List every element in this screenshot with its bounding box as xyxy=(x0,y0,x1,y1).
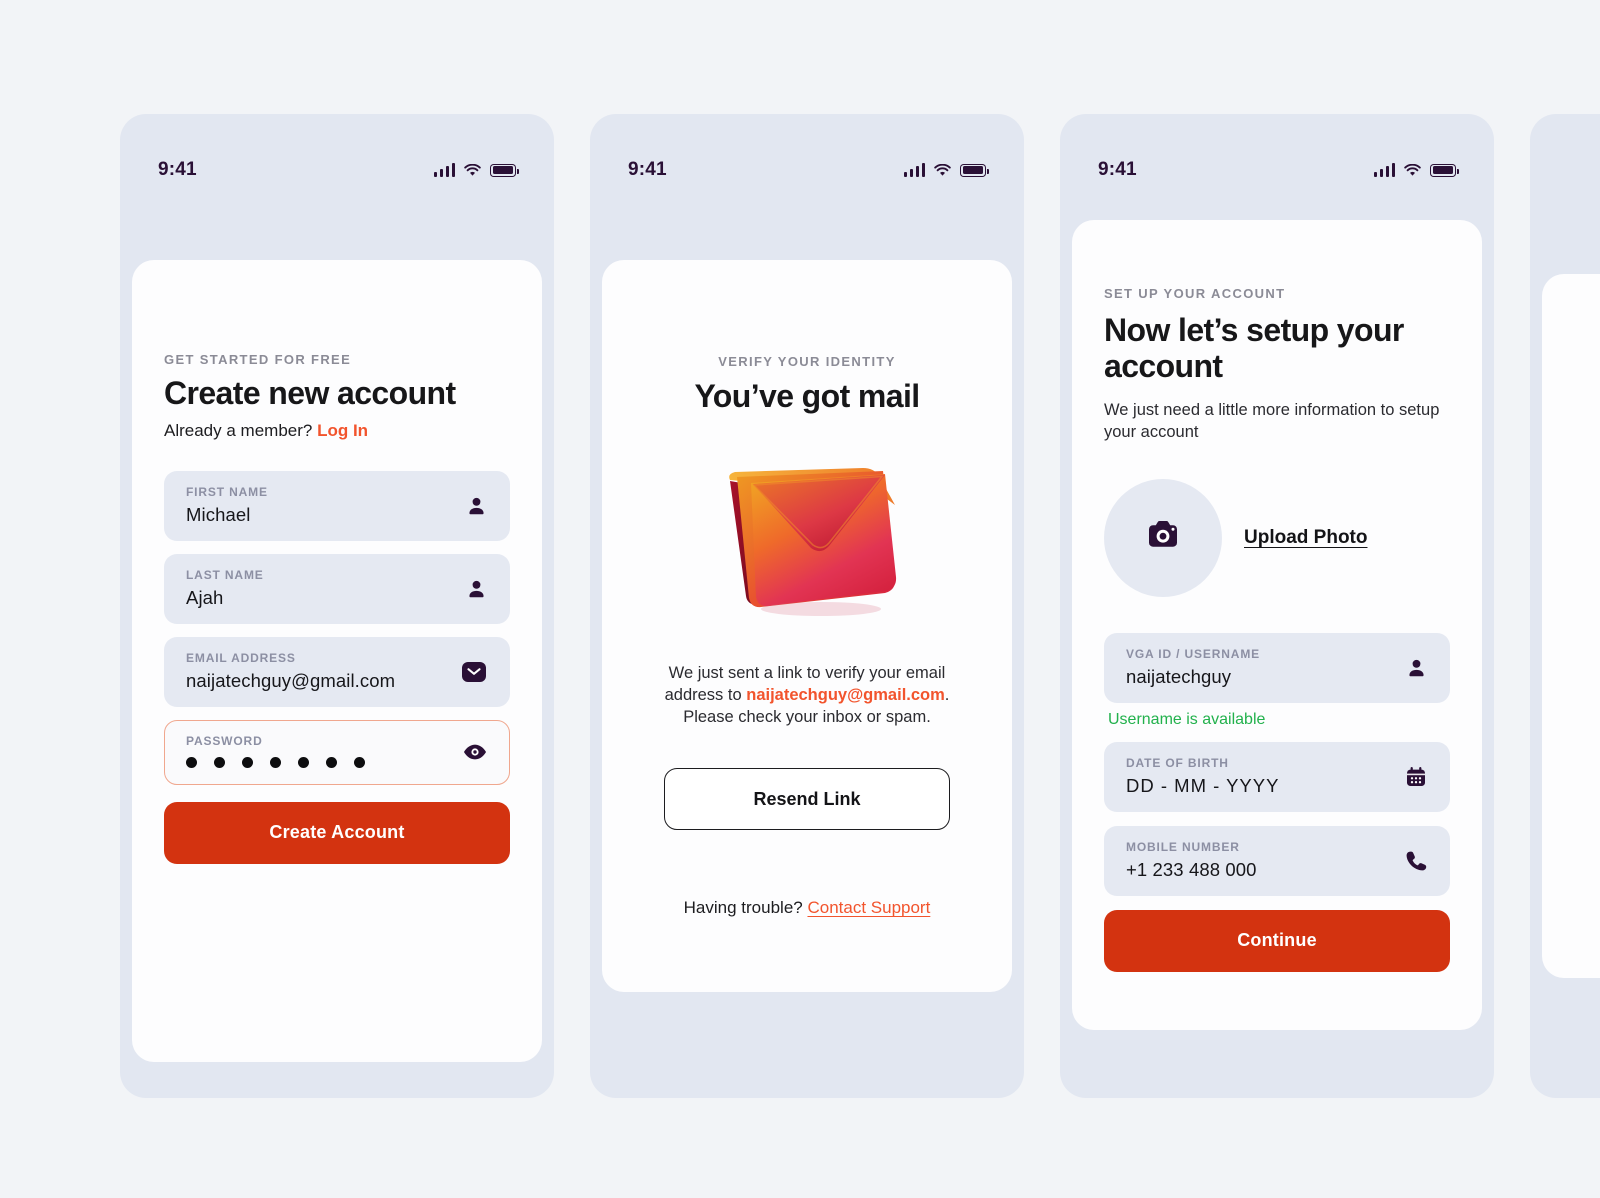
battery-icon xyxy=(490,163,519,177)
last-name-value: Ajah xyxy=(186,586,224,608)
username-value: naijatechguy xyxy=(1126,665,1232,687)
mobile-number-field[interactable]: MOBILE NUMBER +1 233 488 000 xyxy=(1104,825,1450,896)
password-label: PASSWORD xyxy=(186,733,263,748)
wifi-icon xyxy=(934,163,951,177)
status-bar-time: 9:41 xyxy=(158,159,197,180)
mobile-number-label: MOBILE NUMBER xyxy=(1126,839,1240,854)
date-of-birth-field[interactable]: DATE OF BIRTH DD - MM - YYYY xyxy=(1104,741,1450,812)
person-icon xyxy=(1406,657,1427,678)
eyebrow-label: VERIFY YOUR IDENTITY xyxy=(718,354,896,369)
phone-mockup-setup-account: 9:41 SET UP YOUR ACCOUNT Now let’s setup xyxy=(1060,114,1494,1098)
eyebrow-label: SET UP YOUR ACCOUNT xyxy=(1104,286,1286,301)
create-account-cta-wrap: Create Account xyxy=(164,801,510,864)
first-name-field[interactable]: FIRST NAME Michael xyxy=(164,470,510,541)
email-address-field[interactable]: EMAIL ADDRESS naijatechguy@gmail.com xyxy=(164,636,510,707)
3d-envelope-illustration xyxy=(634,457,980,622)
email-address-value: naijatechguy@gmail.com xyxy=(186,669,396,691)
app-screen-setup-account: SET UP YOUR ACCOUNT Now let’s setup your… xyxy=(1072,220,1482,1030)
person-icon xyxy=(466,578,487,599)
verify-email-body: We just sent a link to verify your email… xyxy=(634,662,980,728)
envelope-icon xyxy=(461,659,487,685)
trouble-row: Having trouble? Contact Support xyxy=(634,898,980,918)
app-screen-verify-email: VERIFY YOUR IDENTITY You’ve got mail We … xyxy=(602,260,1012,992)
last-name-label: LAST NAME xyxy=(186,567,264,582)
upload-photo-row: Upload Photo xyxy=(1104,478,1450,597)
page-title: Now let’s setup your account xyxy=(1104,312,1404,384)
mobile-number-value: +1 233 488 000 xyxy=(1126,858,1257,880)
create-account-header: GET STARTED FOR FREE Create new account … xyxy=(164,260,510,441)
page-title: Create new account xyxy=(164,375,456,411)
phone-mockup-create-account: 9:41 GET STARTED FOR FREE Create new acc… xyxy=(120,114,554,1098)
continue-button[interactable]: Continue xyxy=(1104,909,1450,972)
calendar-icon[interactable] xyxy=(1405,766,1427,788)
first-name-label: FIRST NAME xyxy=(186,484,268,499)
app-screen-next-partial xyxy=(1542,274,1600,978)
date-of-birth-label: DATE OF BIRTH xyxy=(1126,755,1229,770)
status-bar-icons xyxy=(1373,163,1459,177)
status-bar: 9:41 xyxy=(120,114,554,226)
signup-form: FIRST NAME Michael LAST NAME Ajah EMAIL … xyxy=(164,470,510,785)
cellular-signal-icon xyxy=(1373,163,1395,177)
page-title: You’ve got mail xyxy=(694,378,920,414)
email-address-label: EMAIL ADDRESS xyxy=(186,650,296,665)
cellular-signal-icon xyxy=(903,163,925,177)
login-link[interactable]: Log In xyxy=(317,421,368,440)
verify-email-address: naijatechguy@gmail.com xyxy=(746,685,945,704)
cellular-signal-icon xyxy=(433,163,455,177)
resend-link-button[interactable]: Resend Link xyxy=(664,768,950,831)
phone-mockup-next-partial xyxy=(1530,114,1600,1098)
status-bar: 9:41 xyxy=(1060,114,1494,226)
contact-support-link[interactable]: Contact Support xyxy=(807,898,930,917)
username-field[interactable]: VGA ID / USERNAME naijatechguy xyxy=(1104,632,1450,703)
date-of-birth-value: DD - MM - YYYY xyxy=(1126,774,1280,796)
status-bar-time: 9:41 xyxy=(628,159,667,180)
battery-icon xyxy=(960,163,989,177)
create-account-button[interactable]: Create Account xyxy=(164,801,510,864)
trouble-text: Having trouble? xyxy=(683,898,808,918)
avatar-placeholder[interactable] xyxy=(1104,478,1222,597)
status-bar-icons xyxy=(433,163,519,177)
setup-account-form: VGA ID / USERNAME naijatechguy Username … xyxy=(1104,632,1450,896)
status-bar-time: 9:41 xyxy=(1098,159,1137,180)
password-masked-value xyxy=(186,753,449,770)
phone-mockup-verify-email: 9:41 VERIFY YOUR IDENTITY You’ve got mai… xyxy=(590,114,1024,1098)
battery-icon xyxy=(1430,163,1459,177)
person-icon xyxy=(466,495,487,516)
last-name-field[interactable]: LAST NAME Ajah xyxy=(164,553,510,624)
setup-account-header: SET UP YOUR ACCOUNT Now let’s setup your… xyxy=(1104,220,1450,443)
username-label: VGA ID / USERNAME xyxy=(1126,646,1261,661)
eyebrow-label: GET STARTED FOR FREE xyxy=(164,352,352,367)
first-name-value: Michael xyxy=(186,503,251,525)
wifi-icon xyxy=(464,163,481,177)
artboard: 9:41 GET STARTED FOR FREE Create new acc… xyxy=(0,0,1600,1198)
wifi-icon xyxy=(1404,163,1421,177)
page-description: We just need a little more information t… xyxy=(1104,400,1440,441)
status-bar-icons xyxy=(903,163,989,177)
password-field[interactable]: PASSWORD xyxy=(164,719,510,785)
already-member-text: Already a member? xyxy=(164,420,318,440)
already-member-row: Already a member? Log In xyxy=(164,421,510,441)
continue-cta-wrap: Continue xyxy=(1104,909,1450,972)
upload-photo-link[interactable]: Upload Photo xyxy=(1244,527,1367,549)
app-screen-create-account: GET STARTED FOR FREE Create new account … xyxy=(132,260,542,1062)
status-bar: 9:41 xyxy=(590,114,1024,226)
resend-link-wrap: Resend Link xyxy=(664,768,950,831)
username-availability-message: Username is available xyxy=(1108,710,1266,728)
phone-icon xyxy=(1405,850,1427,872)
eye-icon[interactable] xyxy=(463,743,487,761)
verify-email-header: VERIFY YOUR IDENTITY You’ve got mail xyxy=(634,260,980,415)
camera-icon xyxy=(1146,520,1180,555)
